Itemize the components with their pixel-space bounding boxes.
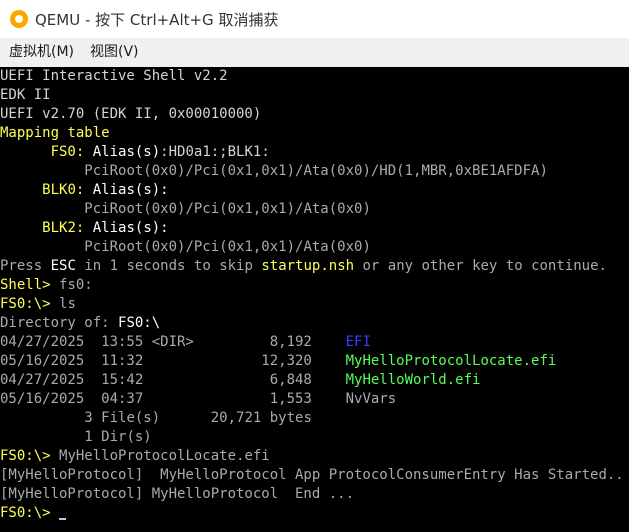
command-line-2: FS0:\> ls [0, 296, 76, 312]
listing-exec-name: MyHelloProtocolLocate.efi [345, 353, 557, 369]
edk-line: EDK II [0, 87, 51, 103]
uefi-shell-console[interactable]: UEFI Interactive Shell v2.2 EDK II UEFI … [0, 67, 629, 532]
summary-files: 3 File(s) 20,721 bytes [84, 410, 312, 426]
startup-script-name: startup.nsh [261, 258, 355, 274]
fs0-prompt: FS0:\> [0, 296, 51, 312]
listing-row: 04/27/2025 13:55 <DIR> 8,192 EFI [0, 334, 371, 350]
qemu-window: QEMU - 按下 Ctrl+Alt+G 取消捕获 虚拟机(M) 视图(V) U… [0, 0, 629, 532]
directory-of-line: Directory of: FS0:\ [0, 315, 161, 331]
fs0-alias-label: Alias(s) [92, 144, 161, 160]
window-title: QEMU - 按下 Ctrl+Alt+G 取消捕获 [35, 10, 279, 29]
program-output-1: [MyHelloProtocol] MyHelloProtocol App Pr… [0, 467, 624, 483]
listing-row: 05/16/2025 11:32 12,320 MyHelloProtocolL… [0, 353, 557, 369]
mapping-fs0-line: FS0: Alias(s):HD0a1:;BLK1: [0, 143, 270, 162]
summary-dirs: 1 Dir(s) [84, 429, 152, 445]
listing-row: 04/27/2025 15:42 6,848 MyHelloWorld.efi [0, 372, 481, 388]
mapping-table-title: Mapping table [0, 125, 110, 141]
mapping-blk0-path: PciRoot(0x0)/Pci(0x1,0x1)/Ata(0x0) [84, 201, 371, 217]
menu-bar: 虚拟机(M) 视图(V) [0, 38, 629, 67]
command-line-1: Shell> fs0: [0, 277, 93, 293]
text-cursor [59, 518, 67, 520]
program-output-2: [MyHelloProtocol] MyHelloProtocol End ..… [0, 486, 355, 502]
mapping-blk2-path: PciRoot(0x0)/Pci(0x1,0x1)/Ata(0x0) [84, 239, 371, 255]
blk0-name: BLK0: [42, 182, 85, 198]
qemu-icon [10, 10, 28, 28]
uefi-version-line: UEFI v2.70 (EDK II, 0x00010000) [0, 106, 262, 122]
shell-version-line: UEFI Interactive Shell v2.2 [0, 68, 228, 84]
blk2-name: BLK2: [42, 220, 85, 236]
menu-view[interactable]: 视图(V) [82, 38, 147, 67]
mapping-blk2-line: BLK2: Alias(s): [0, 219, 169, 238]
title-bar[interactable]: QEMU - 按下 Ctrl+Alt+G 取消捕获 [0, 0, 629, 38]
fs0-prompt: FS0:\> [0, 505, 51, 521]
directory-path: FS0:\ [118, 315, 161, 331]
listing-dir-name: EFI [345, 334, 371, 350]
listing-exec-name: MyHelloWorld.efi [345, 372, 481, 388]
shell-prompt: Shell> [0, 277, 51, 293]
command-line-4[interactable]: FS0:\> [0, 504, 67, 523]
startup-prompt-line: Press ESC in 1 seconds to skip startup.n… [0, 258, 607, 274]
menu-machine[interactable]: 虚拟机(M) [0, 38, 82, 67]
fs0-name: FS0: [50, 144, 85, 160]
fs0-prompt: FS0:\> [0, 448, 51, 464]
esc-key-text: ESC [50, 258, 76, 274]
blk2-alias-label: Alias(s): [92, 220, 169, 236]
listing-file-name: NvVars [345, 391, 397, 407]
mapping-fs0-path: PciRoot(0x0)/Pci(0x1,0x1)/Ata(0x0)/HD(1,… [84, 163, 548, 179]
command-line-3: FS0:\> MyHelloProtocolLocate.efi [0, 448, 270, 464]
mapping-blk0-line: BLK0: Alias(s): [0, 181, 169, 200]
blk0-alias-label: Alias(s): [92, 182, 169, 198]
fs0-alias-value: :HD0a1:;BLK1: [160, 144, 270, 160]
listing-row: 05/16/2025 04:37 1,553 NvVars [0, 391, 397, 407]
